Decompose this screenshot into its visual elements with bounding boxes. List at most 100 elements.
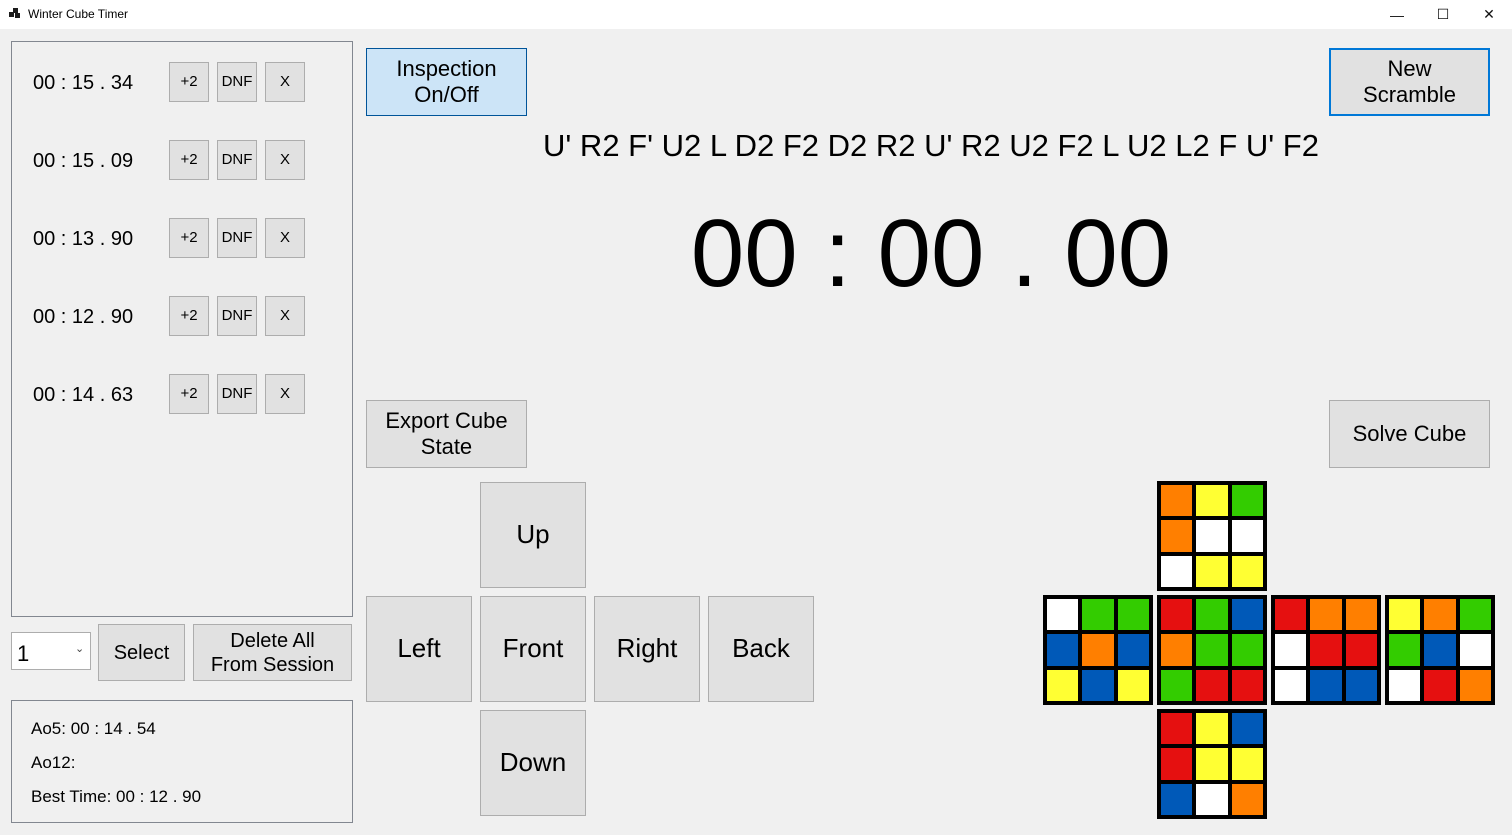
cube-sticker (1231, 669, 1263, 701)
cube-sticker (1161, 669, 1193, 701)
plus2-button[interactable]: +2 (169, 140, 209, 180)
cube-sticker (1117, 634, 1149, 666)
cube-sticker (1231, 555, 1263, 587)
cube-sticker (1196, 783, 1228, 815)
cube-sticker (1231, 713, 1263, 745)
maximize-icon[interactable]: ☐ (1420, 0, 1466, 29)
ao12-stat: Ao12: (31, 753, 76, 772)
minimize-icon[interactable]: — (1374, 0, 1420, 29)
cube-sticker (1231, 520, 1263, 552)
cube-face-down (1157, 709, 1267, 819)
app-icon (9, 8, 21, 20)
export-cube-state-button[interactable]: Export Cube State (366, 400, 527, 468)
stats-panel: Ao5: 00 : 14 . 54 Ao12: Best Time: 00 : … (11, 700, 353, 823)
inspection-toggle-button[interactable]: Inspection On/Off (366, 48, 527, 116)
cube-sticker (1161, 713, 1193, 745)
cube-sticker (1424, 599, 1456, 631)
cube-sticker (1275, 634, 1307, 666)
chevron-down-icon: ⌄ (75, 643, 85, 655)
cube-sticker (1196, 555, 1228, 587)
plus2-button[interactable]: +2 (169, 218, 209, 258)
cube-sticker (1231, 783, 1263, 815)
cube-sticker (1345, 599, 1377, 631)
best-time-stat: Best Time: 00 : 12 . 90 (31, 787, 202, 806)
cube-face-front (1157, 595, 1267, 705)
cube-sticker (1196, 713, 1228, 745)
plus2-button[interactable]: +2 (169, 62, 209, 102)
dnf-button[interactable]: DNF (217, 218, 257, 258)
plus2-button[interactable]: +2 (169, 374, 209, 414)
cube-sticker (1161, 520, 1193, 552)
right-face-button[interactable]: Right (594, 596, 700, 702)
cube-sticker (1196, 599, 1228, 631)
front-face-button[interactable]: Front (480, 596, 586, 702)
cube-face-right (1271, 595, 1381, 705)
close-icon[interactable]: ✕ (1466, 0, 1512, 29)
window-title: Winter Cube Timer (28, 7, 129, 21)
session-dropdown[interactable]: 1 ⌄ (11, 632, 91, 670)
cube-sticker (1459, 599, 1491, 631)
cube-sticker (1196, 669, 1228, 701)
timer-display: 00 : 00 . 00 (690, 200, 1172, 307)
solve-time: 00 : 13 . 90 (33, 228, 134, 250)
solve-time: 00 : 12 . 90 (33, 306, 134, 328)
ao5-stat: Ao5: 00 : 14 . 54 (31, 719, 156, 738)
solve-time: 00 : 15 . 09 (33, 150, 134, 172)
cube-sticker (1231, 634, 1263, 666)
new-scramble-button[interactable]: New Scramble (1329, 48, 1490, 116)
scramble-text: U' R2 F' U2 L D2 F2 D2 R2 U' R2 U2 F2 L … (543, 128, 1319, 163)
times-list[interactable]: 00 : 15 . 34 +2 DNF X 00 : 15 . 09 +2 DN… (11, 41, 353, 617)
cube-sticker (1196, 520, 1228, 552)
dnf-button[interactable]: DNF (217, 296, 257, 336)
cube-sticker (1389, 669, 1421, 701)
cube-sticker (1161, 634, 1193, 666)
cube-sticker (1161, 599, 1193, 631)
cube-sticker (1459, 634, 1491, 666)
left-face-button[interactable]: Left (366, 596, 472, 702)
up-face-button[interactable]: Up (480, 482, 586, 588)
cube-sticker (1117, 599, 1149, 631)
plus2-button[interactable]: +2 (169, 296, 209, 336)
cube-sticker (1389, 634, 1421, 666)
select-session-button[interactable]: Select (98, 624, 185, 681)
cube-sticker (1161, 485, 1193, 517)
cube-sticker (1275, 599, 1307, 631)
down-face-button[interactable]: Down (480, 710, 586, 816)
cube-sticker (1231, 485, 1263, 517)
dnf-button[interactable]: DNF (217, 374, 257, 414)
delete-time-button[interactable]: X (265, 62, 305, 102)
delete-time-button[interactable]: X (265, 218, 305, 258)
delete-all-button[interactable]: Delete All From Session (193, 624, 352, 681)
cube-sticker (1459, 669, 1491, 701)
dnf-button[interactable]: DNF (217, 140, 257, 180)
cube-sticker (1345, 669, 1377, 701)
cube-sticker (1117, 669, 1149, 701)
solve-time: 00 : 15 . 34 (33, 72, 134, 94)
cube-sticker (1310, 669, 1342, 701)
dnf-button[interactable]: DNF (217, 62, 257, 102)
cube-sticker (1161, 555, 1193, 587)
title-bar: Winter Cube Timer — ☐ ✕ (0, 0, 1512, 29)
solve-time: 00 : 14 . 63 (33, 384, 134, 406)
cube-sticker (1231, 599, 1263, 631)
solve-cube-button[interactable]: Solve Cube (1329, 400, 1490, 468)
cube-sticker (1310, 634, 1342, 666)
cube-sticker (1082, 634, 1114, 666)
cube-sticker (1047, 669, 1079, 701)
back-face-button[interactable]: Back (708, 596, 814, 702)
cube-face-left (1043, 595, 1153, 705)
cube-sticker (1231, 748, 1263, 780)
cube-sticker (1275, 669, 1307, 701)
delete-time-button[interactable]: X (265, 140, 305, 180)
delete-time-button[interactable]: X (265, 374, 305, 414)
cube-sticker (1389, 599, 1421, 631)
cube-sticker (1047, 634, 1079, 666)
cube-sticker (1424, 669, 1456, 701)
cube-sticker (1424, 634, 1456, 666)
cube-sticker (1196, 634, 1228, 666)
cube-sticker (1082, 669, 1114, 701)
cube-sticker (1345, 634, 1377, 666)
cube-sticker (1082, 599, 1114, 631)
session-selected-value: 1 (17, 641, 30, 666)
delete-time-button[interactable]: X (265, 296, 305, 336)
